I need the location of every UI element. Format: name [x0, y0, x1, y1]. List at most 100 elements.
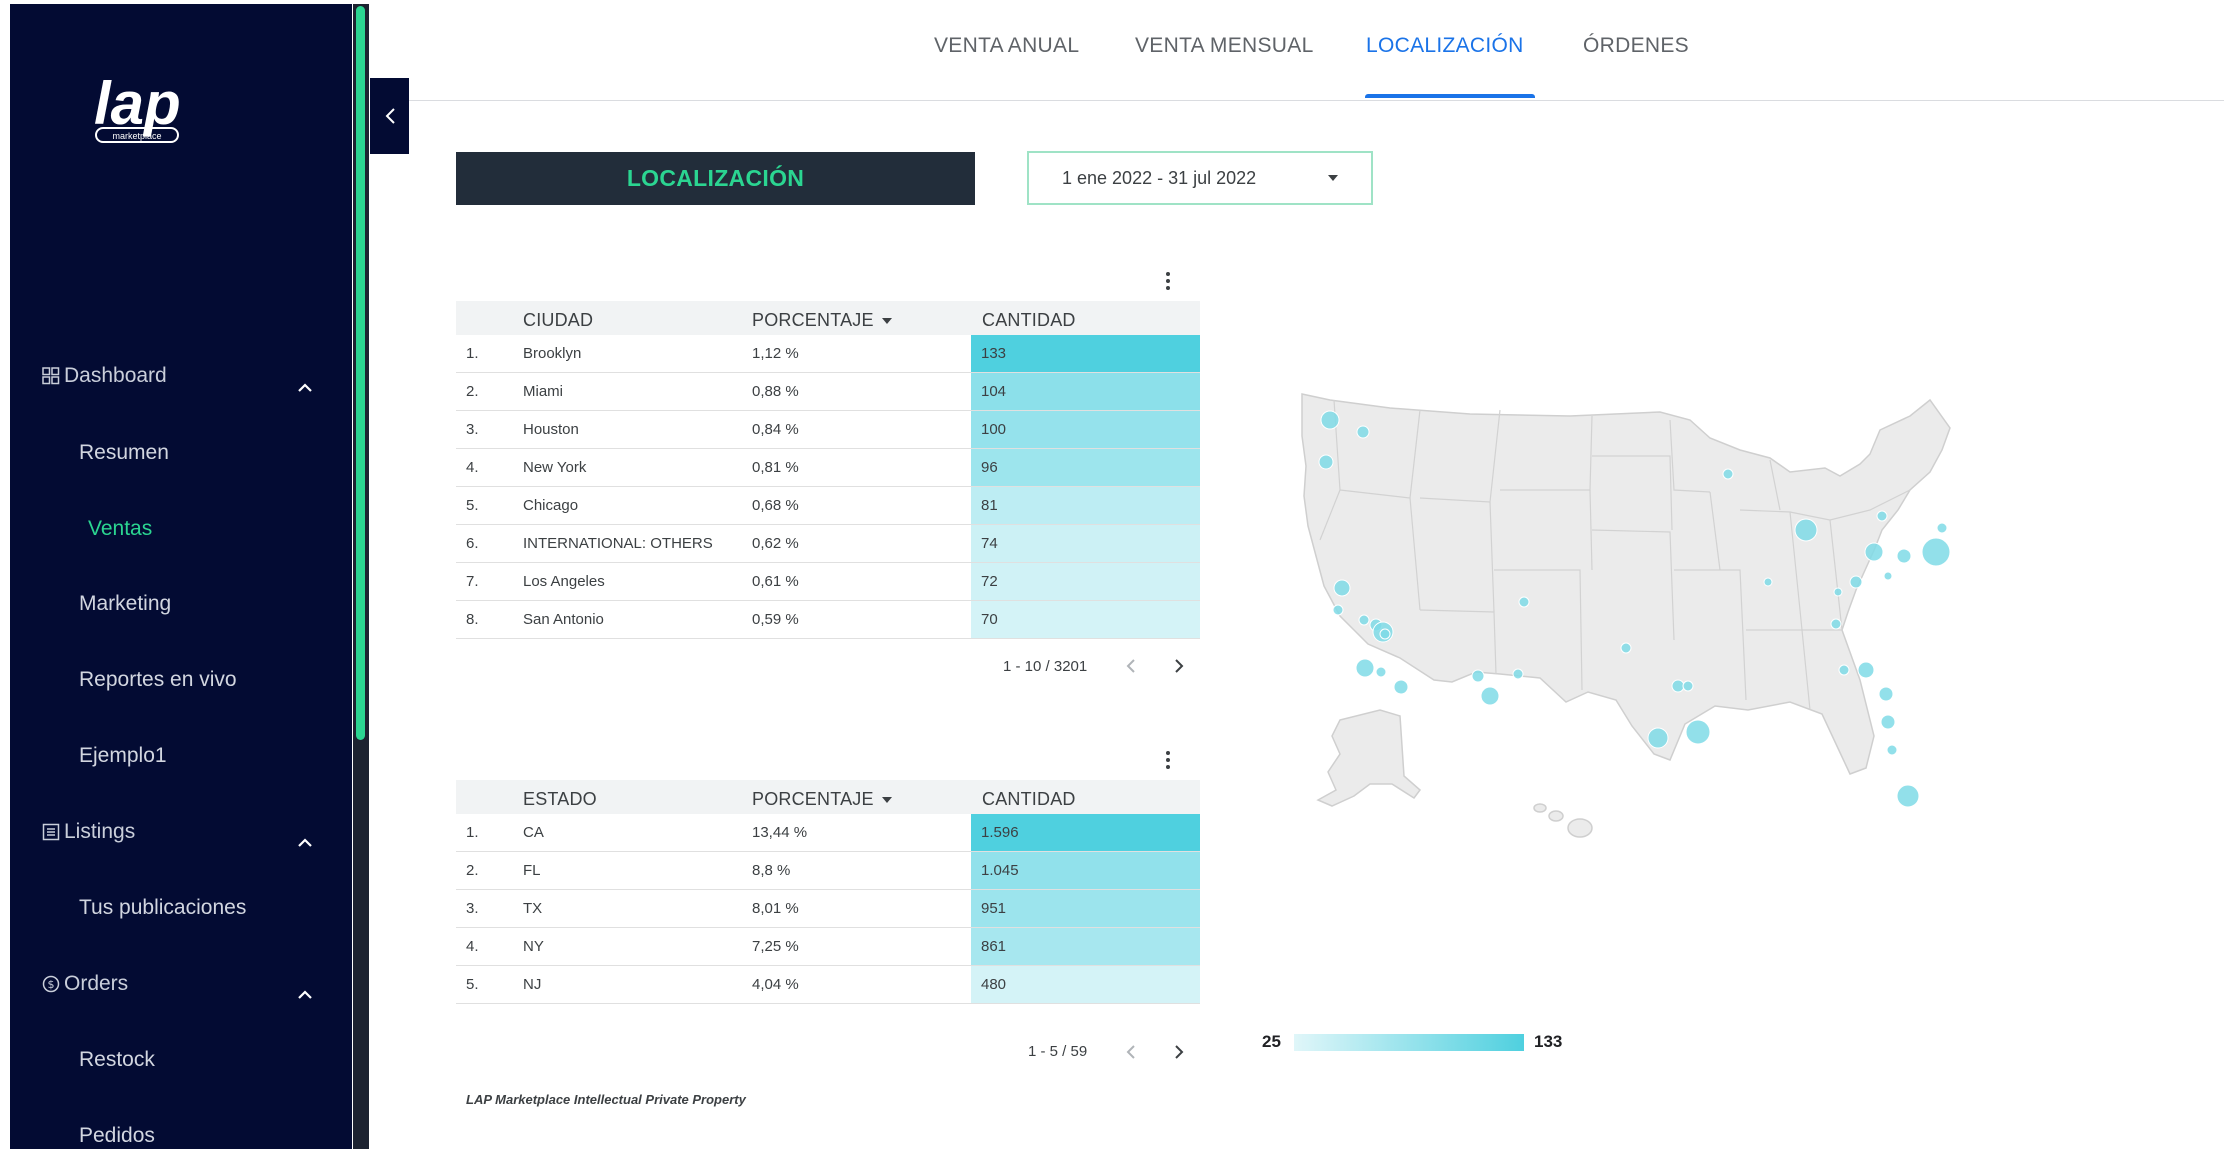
nav-section-listings[interactable]: Listings — [42, 820, 135, 844]
chevron-left-icon — [385, 108, 395, 124]
map-bubble[interactable] — [1685, 719, 1711, 745]
sidebar-scrollbar-thumb[interactable] — [356, 6, 365, 740]
sidebar-item-ejemplo1[interactable]: Ejemplo1 — [79, 744, 167, 768]
column-header-percentage[interactable]: PORCENTAJE — [752, 789, 892, 810]
map-bubble[interactable] — [1480, 686, 1500, 706]
table-row[interactable]: 8. San Antonio 0,59 % 70 — [456, 601, 1200, 639]
nav-section-orders[interactable]: $ Orders — [42, 972, 128, 996]
row-quantity-cell: 96 — [971, 449, 1200, 486]
column-header-percentage[interactable]: PORCENTAJE — [752, 310, 892, 331]
map-bubble[interactable] — [1883, 571, 1893, 581]
sidebar-item-resumen[interactable]: Resumen — [79, 441, 169, 465]
grid-icon — [42, 367, 60, 385]
prev-page-icon[interactable] — [1125, 1044, 1137, 1060]
row-percentage: 7,25 % — [752, 938, 799, 955]
chevron-up-icon[interactable] — [297, 381, 313, 393]
map-bubble[interactable] — [1880, 714, 1896, 730]
sidebar-item-marketing[interactable]: Marketing — [79, 592, 171, 616]
map-bubble[interactable] — [1849, 575, 1863, 589]
more-options-icon[interactable] — [1165, 751, 1171, 769]
prev-page-icon[interactable] — [1125, 658, 1137, 674]
legend-max-label: 133 — [1534, 1032, 1563, 1051]
map-bubble[interactable] — [1332, 604, 1344, 616]
row-quantity: 1.045 — [981, 862, 1019, 879]
row-quantity-cell: 72 — [971, 563, 1200, 600]
map-bubble[interactable] — [1471, 669, 1485, 683]
tab-venta-mensual[interactable]: VENTA MENSUAL — [1135, 34, 1314, 58]
map-bubble[interactable] — [1356, 425, 1370, 439]
table-row[interactable]: 6. INTERNATIONAL: OTHERS 0,62 % 74 — [456, 525, 1200, 563]
map-bubble[interactable] — [1886, 744, 1898, 756]
sidebar-collapse-button[interactable] — [370, 78, 409, 154]
map-bubble[interactable] — [1379, 628, 1391, 640]
tab-localizacion[interactable]: LOCALIZACIÓN — [1366, 34, 1524, 58]
next-page-icon[interactable] — [1173, 658, 1185, 674]
map-bubble[interactable] — [1763, 577, 1773, 587]
map-bubble[interactable] — [1833, 587, 1843, 597]
map-bubble[interactable] — [1671, 679, 1685, 693]
date-range-picker[interactable]: 1 ene 2022 - 31 jul 2022 — [1027, 151, 1373, 205]
map-bubble[interactable] — [1830, 618, 1842, 630]
more-options-icon[interactable] — [1165, 272, 1171, 290]
tab-venta-anual[interactable]: VENTA ANUAL — [934, 34, 1079, 58]
row-number: 7. — [466, 573, 479, 590]
map-bubble[interactable] — [1375, 666, 1387, 678]
map-bubble[interactable] — [1921, 537, 1951, 567]
sidebar-item-ventas[interactable]: Ventas — [88, 517, 152, 541]
map-bubble[interactable] — [1333, 579, 1351, 597]
map-bubble[interactable] — [1682, 680, 1694, 692]
row-percentage: 8,01 % — [752, 900, 799, 917]
table-row[interactable]: 4. New York 0,81 % 96 — [456, 449, 1200, 487]
row-quantity-cell: 951 — [971, 890, 1200, 927]
map-bubble[interactable] — [1620, 642, 1632, 654]
map-bubble[interactable] — [1518, 596, 1530, 608]
map-bubble[interactable] — [1876, 510, 1888, 522]
map-bubble[interactable] — [1393, 679, 1409, 695]
us-bubble-map[interactable] — [1270, 380, 2100, 860]
sidebar-item-publicaciones[interactable]: Tus publicaciones — [79, 896, 246, 920]
map-bubble[interactable] — [1318, 454, 1334, 470]
sidebar-item-pedidos[interactable]: Pedidos — [79, 1124, 155, 1148]
map-bubble[interactable] — [1838, 664, 1850, 676]
column-header-city[interactable]: CIUDAD — [523, 310, 593, 331]
table-row[interactable]: 4. NY 7,25 % 861 — [456, 928, 1200, 966]
next-page-icon[interactable] — [1173, 1044, 1185, 1060]
chevron-up-icon[interactable] — [297, 988, 313, 1000]
map-bubble[interactable] — [1857, 661, 1875, 679]
table-row[interactable]: 2. Miami 0,88 % 104 — [456, 373, 1200, 411]
column-header-quantity[interactable]: CANTIDAD — [982, 310, 1076, 331]
sidebar-item-restock[interactable]: Restock — [79, 1048, 155, 1072]
map-bubble[interactable] — [1355, 658, 1375, 678]
map-bubble[interactable] — [1358, 614, 1370, 626]
table-row[interactable]: 1. Brooklyn 1,12 % 133 — [456, 335, 1200, 373]
map-bubble[interactable] — [1320, 410, 1340, 430]
map-bubble[interactable] — [1864, 542, 1884, 562]
map-bubble[interactable] — [1794, 518, 1818, 542]
legend-gradient-bar — [1294, 1034, 1524, 1051]
table-row[interactable]: 3. TX 8,01 % 951 — [456, 890, 1200, 928]
column-header-state[interactable]: ESTADO — [523, 789, 597, 810]
lap-logo[interactable]: lap marketplace — [92, 70, 232, 148]
table-row[interactable]: 5. Chicago 0,68 % 81 — [456, 487, 1200, 525]
table-row[interactable]: 3. Houston 0,84 % 100 — [456, 411, 1200, 449]
map-bubble[interactable] — [1896, 548, 1912, 564]
map-bubble[interactable] — [1896, 784, 1920, 808]
map-bubble[interactable] — [1512, 668, 1524, 680]
map-bubble[interactable] — [1647, 727, 1669, 749]
table-row[interactable]: 5. NJ 4,04 % 480 — [456, 966, 1200, 1004]
tab-ordenes[interactable]: ÓRDENES — [1583, 34, 1689, 58]
table-row[interactable]: 1. CA 13,44 % 1.596 — [456, 814, 1200, 852]
map-bubble[interactable] — [1936, 522, 1948, 534]
table-row[interactable]: 7. Los Angeles 0,61 % 72 — [456, 563, 1200, 601]
sidebar-item-reportes[interactable]: Reportes en vivo — [79, 668, 237, 692]
table-row[interactable]: 2. FL 8,8 % 1.045 — [456, 852, 1200, 890]
map-bubble[interactable] — [1722, 468, 1734, 480]
row-number: 4. — [466, 459, 479, 476]
chevron-up-icon[interactable] — [297, 836, 313, 848]
map-bubble[interactable] — [1878, 686, 1894, 702]
row-quantity: 951 — [981, 900, 1007, 917]
hawaii-shape — [1533, 803, 1593, 838]
table-body: 1. CA 13,44 % 1.596 2. FL 8,8 % 1.045 3. TX 8,01 %… — [456, 814, 1200, 1004]
column-header-quantity[interactable]: CANTIDAD — [982, 789, 1076, 810]
nav-section-dashboard[interactable]: Dashboard — [42, 364, 167, 388]
